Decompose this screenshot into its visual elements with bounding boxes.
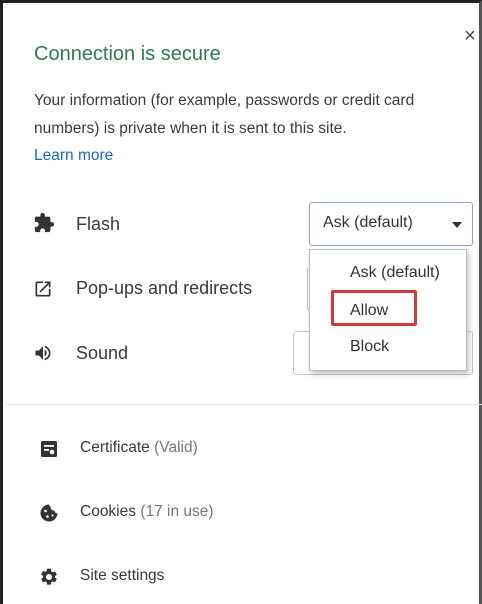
- certificate-label: Certificate: [80, 439, 150, 456]
- certificate-icon: [39, 439, 59, 459]
- close-icon[interactable]: ×: [461, 26, 479, 46]
- site-settings-link[interactable]: Site settings: [80, 567, 164, 585]
- select-value: Ask (default): [323, 214, 413, 231]
- speaker-icon: [33, 343, 55, 365]
- flash-permission-select[interactable]: Ask (default): [309, 202, 473, 246]
- cookie-icon: [39, 503, 59, 523]
- chevron-down-icon: [452, 222, 462, 228]
- security-description: Your information (for example, passwords…: [34, 92, 415, 137]
- permission-label-popups: Pop-ups and redirects: [76, 278, 253, 298]
- site-info-popup: × Connection is secure Your information …: [0, 0, 482, 604]
- cookies-label: Cookies: [80, 503, 136, 520]
- cookies-item[interactable]: Cookies (17 in use): [80, 503, 214, 521]
- permission-label-sound: Sound: [76, 343, 129, 363]
- option-block[interactable]: Block: [350, 338, 389, 356]
- puzzle-icon: [33, 212, 55, 234]
- permission-label-flash: Flash: [76, 214, 121, 234]
- page-title: Connection is secure: [34, 43, 221, 65]
- permission-dropdown-menu: Ask (default) Allow Block: [309, 249, 467, 371]
- certificate-item[interactable]: Certificate (Valid): [80, 439, 198, 457]
- learn-more-link[interactable]: Learn more: [34, 147, 113, 165]
- divider: [6, 404, 482, 405]
- cookies-count: (17 in use): [140, 503, 214, 520]
- gear-icon: [39, 567, 59, 587]
- option-ask-default[interactable]: Ask (default): [350, 264, 440, 282]
- certificate-status: (Valid): [154, 439, 198, 456]
- highlight-box: [331, 290, 417, 326]
- popup-icon: [33, 279, 55, 301]
